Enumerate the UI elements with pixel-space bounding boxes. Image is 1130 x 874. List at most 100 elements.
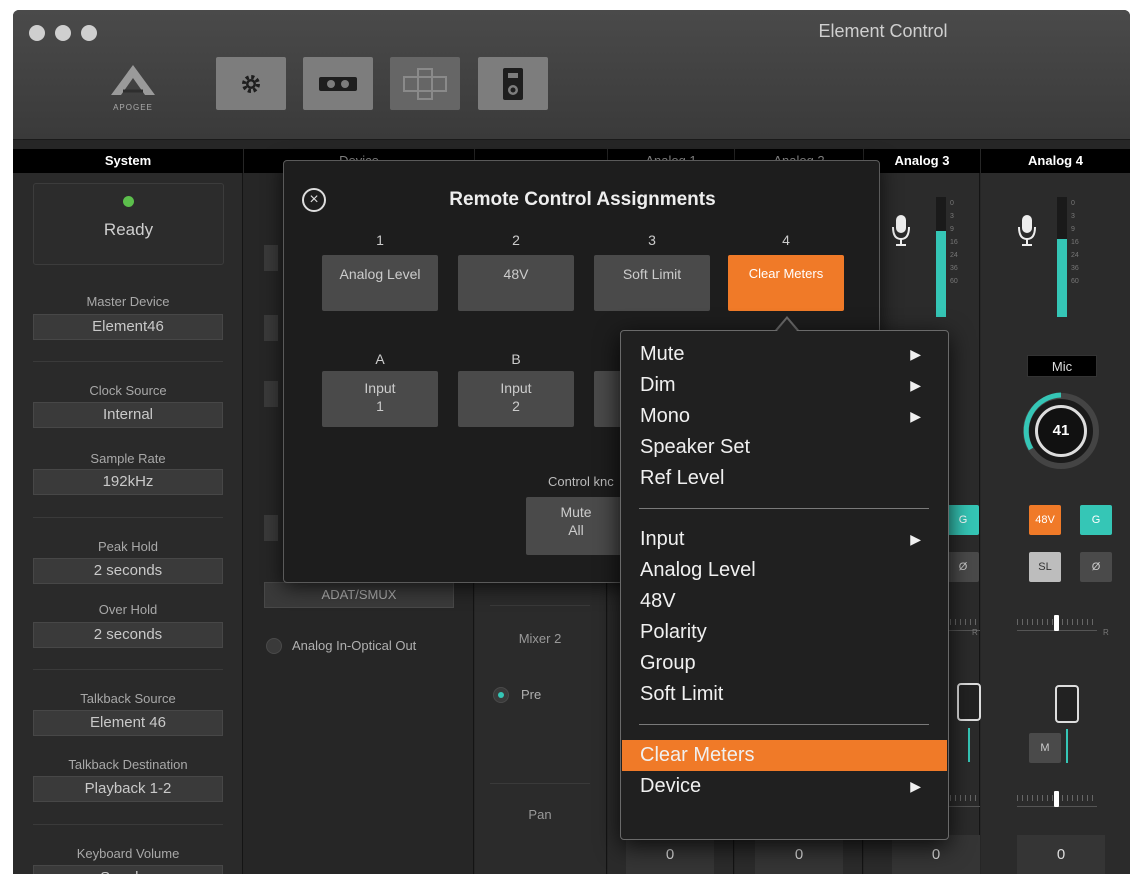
menu-item-analog-level[interactable]: Analog Level xyxy=(622,555,947,586)
submenu-arrow-icon: ▶ xyxy=(910,377,921,393)
menu-item-device[interactable]: Device ▶ xyxy=(622,771,947,802)
mixer2-label: Mixer 2 xyxy=(518,631,562,646)
submenu-arrow-icon: ▶ xyxy=(910,346,921,362)
talkback-source-field[interactable]: Element 46 xyxy=(33,710,223,736)
menu-item-mono[interactable]: Mono ▶ xyxy=(622,401,947,432)
talkback-destination-field[interactable]: Playback 1-2 xyxy=(33,776,223,802)
microphone-icon xyxy=(1018,215,1036,246)
app-window: Element Control APOGEE System Analog 3 A… xyxy=(13,10,1130,874)
master-device-field[interactable]: Element46 xyxy=(33,314,223,340)
divider xyxy=(33,361,223,362)
group-button[interactable]: G xyxy=(947,505,979,535)
menu-item-speaker-set[interactable]: Speaker Set xyxy=(622,432,947,463)
mixer-toolbar-button[interactable] xyxy=(303,57,373,110)
title-bar: Element Control APOGEE xyxy=(13,10,1130,140)
zoom-window-button[interactable] xyxy=(81,25,97,41)
menu-item-mute[interactable]: Mute ▶ xyxy=(622,339,947,370)
pan-value[interactable]: 0 xyxy=(626,835,714,874)
sample-rate-field[interactable]: 192kHz xyxy=(33,469,223,495)
peak-hold-label: Peak Hold xyxy=(98,539,158,554)
clock-source-label: Clock Source xyxy=(89,383,167,398)
routing-icon xyxy=(403,67,447,100)
fader-r-label: R xyxy=(972,628,978,637)
mixer-icon xyxy=(319,76,357,91)
volume-fader-level xyxy=(1066,729,1068,763)
remote-toolbar-button[interactable] xyxy=(478,57,548,110)
volume-fader-thumb[interactable] xyxy=(1055,685,1079,723)
menu-item-ref-level[interactable]: Ref Level xyxy=(622,463,947,494)
meter-scale: 0 3 9 16 24 36 60 xyxy=(1071,200,1079,285)
optical-mode-field[interactable]: ADAT/SMUX xyxy=(264,582,454,608)
submenu-arrow-icon: ▶ xyxy=(910,778,921,794)
assignment-button-b[interactable]: Input 2 xyxy=(458,371,574,427)
polarity-button[interactable]: Ø xyxy=(1080,552,1112,582)
menu-separator xyxy=(639,508,929,509)
clock-source-field[interactable]: Internal xyxy=(33,402,223,428)
assignment-menu: Mute ▶ Dim ▶ Mono ▶ Speaker Set Ref Level I… xyxy=(620,330,949,840)
over-hold-field[interactable]: 2 seconds xyxy=(33,622,223,648)
device-control[interactable] xyxy=(264,515,278,541)
pre-radio[interactable] xyxy=(493,687,509,703)
window-title: Element Control xyxy=(818,21,948,41)
mute-button[interactable]: M xyxy=(1029,733,1061,763)
logo-text: APOGEE xyxy=(113,103,153,112)
pan-fader-thumb[interactable] xyxy=(1054,791,1059,807)
control-knob-button[interactable]: Mute All xyxy=(526,497,626,555)
settings-toolbar-button[interactable] xyxy=(216,57,286,110)
meter-scale: 0 3 9 16 24 36 60 xyxy=(950,200,958,285)
meter-level xyxy=(936,230,946,317)
pan-value[interactable]: 0 xyxy=(1017,835,1105,874)
soft-limit-button[interactable]: SL xyxy=(1029,552,1061,582)
minimize-window-button[interactable] xyxy=(55,25,71,41)
divider xyxy=(490,605,590,606)
remote-icon xyxy=(503,67,523,100)
talkback-source-label: Talkback Source xyxy=(80,691,176,706)
group-button[interactable]: G xyxy=(1080,505,1112,535)
assignment-button-4[interactable]: Clear Meters xyxy=(728,255,844,311)
device-control[interactable] xyxy=(264,245,278,271)
gear-icon xyxy=(242,74,260,93)
assignment-button-3[interactable]: Soft Limit xyxy=(594,255,710,311)
device-control[interactable] xyxy=(264,381,278,407)
volume-fader-thumb[interactable] xyxy=(957,683,981,721)
assignment-number: 2 xyxy=(512,232,520,248)
pan-fader-thumb[interactable] xyxy=(1054,615,1059,631)
apogee-logo-icon xyxy=(111,65,155,95)
volume-fader-level xyxy=(968,728,970,762)
divider xyxy=(33,824,223,825)
device-control[interactable] xyxy=(264,315,278,341)
menu-item-dim[interactable]: Dim ▶ xyxy=(622,370,947,401)
column-header-system: System xyxy=(13,149,243,173)
over-hold-label: Over Hold xyxy=(98,602,158,617)
menu-item-input[interactable]: Input ▶ xyxy=(622,524,947,555)
sample-rate-label: Sample Rate xyxy=(90,451,166,466)
assignment-button-2[interactable]: 48V xyxy=(458,255,574,311)
menu-item-polarity[interactable]: Polarity xyxy=(622,617,947,648)
analog-optical-radio[interactable] xyxy=(266,638,282,654)
menu-item-clear-meters[interactable]: Clear Meters xyxy=(622,740,947,771)
meter-level xyxy=(1057,239,1067,317)
assignment-number: 3 xyxy=(648,232,656,248)
pan-value[interactable]: 0 xyxy=(755,835,843,874)
keyboard-volume-field[interactable]: Speaker xyxy=(33,865,223,874)
menu-separator xyxy=(639,724,929,725)
pan-value[interactable]: 0 xyxy=(892,835,980,874)
assignment-button-1[interactable]: Analog Level xyxy=(322,255,438,311)
talkback-destination-label: Talkback Destination xyxy=(68,757,188,772)
microphone-icon xyxy=(892,215,910,246)
master-device-label: Master Device xyxy=(86,294,170,309)
keyboard-volume-label: Keyboard Volume xyxy=(76,846,180,861)
close-window-button[interactable] xyxy=(29,25,45,41)
menu-item-group[interactable]: Group xyxy=(622,648,947,679)
apogee-logo: APOGEE xyxy=(105,65,161,120)
routing-toolbar-button[interactable] xyxy=(390,57,460,110)
polarity-button[interactable]: Ø xyxy=(947,552,979,582)
control-knob-label: Control knc xyxy=(548,474,614,489)
assignment-button-a[interactable]: Input 1 xyxy=(322,371,438,427)
menu-item-48v[interactable]: 48V xyxy=(622,586,947,617)
menu-item-soft-limit[interactable]: Soft Limit xyxy=(622,679,947,710)
peak-hold-field[interactable]: 2 seconds xyxy=(33,558,223,584)
input-type-label[interactable]: Mic xyxy=(1027,355,1097,377)
analog4-strip: 0 3 9 16 24 36 60 Mic 41 48V G SL Ø R M 0 xyxy=(981,173,1130,874)
48v-button[interactable]: 48V xyxy=(1029,505,1061,535)
